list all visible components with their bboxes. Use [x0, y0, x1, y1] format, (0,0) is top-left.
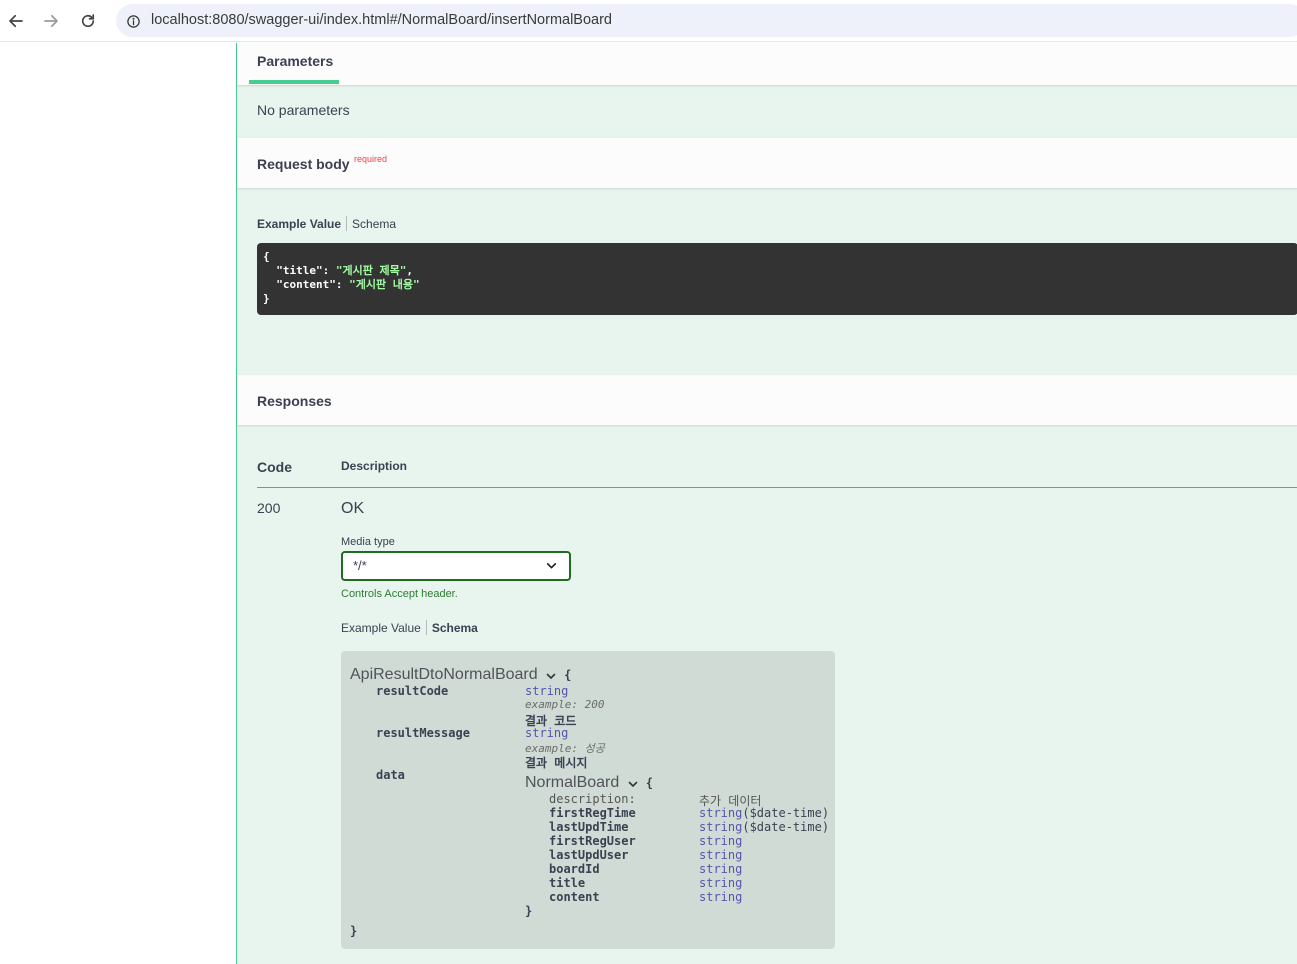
prop-name-title: title — [549, 876, 586, 890]
nested-description-label: description: — [549, 792, 636, 806]
media-type-value: */* — [353, 558, 367, 573]
forward-arrow-icon[interactable] — [38, 8, 64, 34]
tab-example-value[interactable]: Example Value — [341, 621, 421, 635]
no-parameters-text: No parameters — [257, 102, 350, 118]
model-title: ApiResultDtoNormalBoard — [350, 666, 538, 683]
column-header-code: Code — [257, 459, 292, 475]
nested-brace-close: } — [525, 904, 533, 918]
code-value-content: "게시판 내용" — [349, 278, 420, 291]
site-info-icon[interactable] — [122, 10, 144, 32]
tab-divider — [425, 620, 427, 635]
response-tabs: Example Value Schema — [341, 620, 478, 635]
responses-title: Responses — [257, 393, 332, 409]
address-bar[interactable]: localhost:8080/swagger-ui/index.html#/No… — [116, 4, 1297, 37]
code-key-content: "content": — [263, 278, 350, 291]
code-comma: , — [406, 264, 413, 277]
prop-type-lastupdtime: string($date-time) — [699, 820, 829, 834]
prop-name-firstreguser: firstRegUser — [549, 834, 636, 848]
example-label: example: — [525, 698, 578, 711]
chevron-down-icon[interactable] — [627, 778, 639, 790]
prop-type-resultmessage: string — [525, 726, 569, 740]
tab-schema[interactable]: Schema — [432, 621, 478, 635]
tab-example-value[interactable]: Example Value — [257, 217, 341, 231]
prop-name-boardid: boardId — [549, 862, 600, 876]
nested-brace-open: { — [645, 776, 653, 790]
prop-name-content: content — [549, 890, 600, 904]
code-key-title: "title": — [263, 264, 336, 277]
back-arrow-icon[interactable] — [3, 8, 29, 34]
type-format: ($date-time) — [742, 806, 830, 820]
example-value-code[interactable]: { "title": "게시판 제목", "content": "게시판 내용"… — [257, 243, 1297, 315]
type-value: string — [699, 820, 743, 834]
request-body-header: Request body required — [237, 138, 1297, 188]
prop-name-data: data — [376, 768, 405, 782]
url-text[interactable]: localhost:8080/swagger-ui/index.html#/No… — [151, 12, 612, 28]
tab-schema[interactable]: Schema — [352, 217, 396, 231]
request-body-title: Request body — [257, 156, 350, 172]
example-value: 200 — [584, 698, 605, 711]
parameters-header: Parameters — [237, 43, 1297, 85]
tab-parameters[interactable]: Parameters — [257, 53, 333, 69]
prop-name-firstregtime: firstRegTime — [549, 806, 636, 820]
tab-active-indicator — [249, 80, 339, 84]
media-type-label: Media type — [341, 536, 395, 548]
operation-block: Parameters No parameters Request body re… — [236, 43, 1297, 964]
required-badge: required — [354, 154, 388, 164]
prop-type-resultcode: string — [525, 684, 569, 698]
prop-type-boardid: string — [699, 862, 743, 876]
schema-model: ApiResultDtoNormalBoard { resultCode str… — [341, 651, 835, 949]
chevron-down-icon — [546, 563, 557, 569]
media-type-select[interactable]: */* — [341, 551, 571, 581]
prop-type-firstregtime: string($date-time) — [699, 806, 829, 820]
table-header-divider — [257, 487, 1297, 488]
prop-type-content: string — [699, 890, 743, 904]
prop-type-title: string — [699, 876, 743, 890]
chevron-down-icon[interactable] — [545, 670, 557, 682]
responses-header: Responses — [237, 375, 1297, 425]
nested-model-header[interactable]: NormalBoard { — [525, 774, 653, 792]
model-brace-open: { — [564, 668, 572, 682]
browser-toolbar: localhost:8080/swagger-ui/index.html#/No… — [0, 0, 1297, 42]
model-brace-close: } — [350, 924, 358, 938]
reload-icon[interactable] — [75, 8, 101, 34]
prop-name-lastupdtime: lastUpdTime — [549, 820, 629, 834]
prop-desc-resultmessage: 결과 메시지 — [525, 756, 588, 770]
type-format: ($date-time) — [742, 820, 830, 834]
response-description: OK — [341, 500, 365, 517]
prop-name-lastupduser: lastUpdUser — [549, 848, 629, 862]
code-brace-open: { — [263, 250, 270, 263]
code-value-title: "게시판 제목" — [335, 264, 407, 277]
prop-type-firstreguser: string — [699, 834, 743, 848]
nested-model-title: NormalBoard — [525, 774, 620, 791]
example-value: 성공 — [584, 742, 605, 755]
type-value: string — [699, 806, 743, 820]
tab-divider — [346, 216, 348, 231]
prop-type-lastupduser: string — [699, 848, 743, 862]
model-header[interactable]: ApiResultDtoNormalBoard { — [350, 666, 571, 684]
column-header-description: Description — [341, 459, 408, 473]
prop-name-resultcode: resultCode — [376, 684, 449, 698]
prop-example-resultcode: example: 200 — [525, 698, 604, 711]
request-body-tabs: Example Value Schema — [257, 216, 396, 231]
prop-name-resultmessage: resultMessage — [376, 726, 470, 740]
code-brace-close: } — [263, 292, 270, 305]
controls-accept-note: Controls Accept header. — [341, 588, 458, 600]
response-code: 200 — [257, 500, 281, 516]
